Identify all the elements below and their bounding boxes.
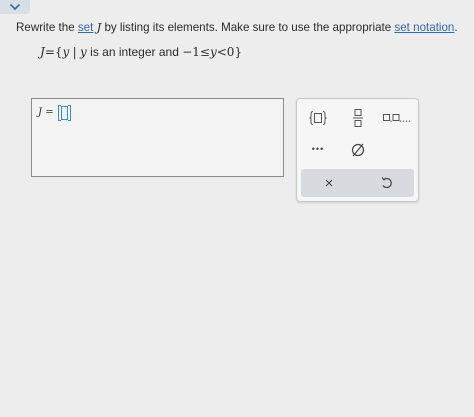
set-braces-button[interactable] — [305, 108, 331, 128]
set-link[interactable]: set — [78, 21, 93, 34]
condition-text: is an integer and — [86, 45, 183, 59]
undo-button[interactable] — [375, 173, 399, 193]
fraction-icon — [353, 109, 363, 127]
empty-set-button[interactable] — [345, 139, 371, 161]
ellipsis-button[interactable]: ••• — [305, 139, 331, 159]
chevron-down-icon — [9, 3, 21, 11]
action-row: × — [301, 169, 414, 197]
ellipsis-icon: ••• — [311, 144, 325, 154]
such-that-bar: | — [72, 45, 77, 59]
set-definition: J={y | y is an integer and −1≤y<0} — [40, 45, 242, 59]
math-palette: ••• × — [296, 98, 419, 202]
inequality: <0 — [216, 45, 235, 59]
set-braces-icon — [309, 111, 327, 125]
set-notation-link[interactable]: set notation — [394, 21, 454, 34]
undo-icon — [381, 177, 392, 189]
open-brace: { — [54, 45, 63, 59]
prompt-text: . — [454, 21, 458, 34]
answer-input-box[interactable]: J = — [31, 98, 284, 177]
answer-entry-field[interactable] — [58, 105, 71, 121]
close-brace: } — [234, 45, 243, 59]
empty-set-icon — [351, 143, 365, 157]
list-button[interactable] — [381, 108, 413, 128]
fraction-button[interactable] — [345, 107, 371, 129]
set-var: y — [62, 45, 70, 59]
list-icon — [383, 114, 411, 122]
prompt-text: Rewrite the — [16, 21, 78, 34]
clear-icon: × — [324, 174, 334, 192]
question-prompt: Rewrite the set J by listing its element… — [16, 20, 458, 34]
answer-label: J = — [38, 107, 54, 118]
clear-button[interactable]: × — [317, 173, 341, 193]
collapse-toggle[interactable] — [0, 0, 30, 14]
inequality: −1≤ — [182, 45, 210, 59]
prompt-text: by listing its elements. Make sure to us… — [101, 21, 395, 34]
set-var: y — [209, 45, 217, 59]
equals-sign: = — [44, 45, 55, 59]
set-var: y — [80, 45, 87, 59]
